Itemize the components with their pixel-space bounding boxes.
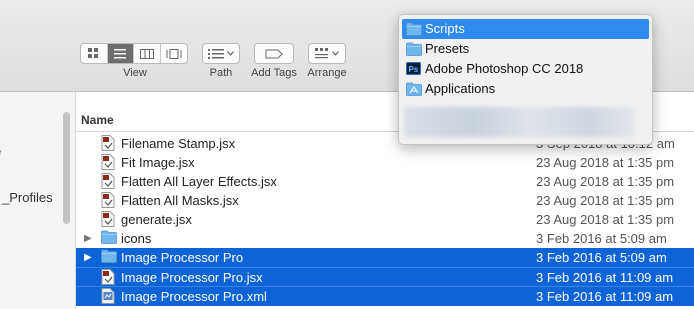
gallery-view-button[interactable] bbox=[161, 44, 187, 63]
path-menu-item-label: Adobe Photoshop CC 2018 bbox=[425, 61, 584, 76]
date-modified: 23 Aug 2018 at 1:35 pm bbox=[536, 193, 675, 208]
sidebar-item-profiles[interactable]: _Profiles bbox=[2, 190, 53, 205]
icon-view-button[interactable] bbox=[81, 44, 108, 63]
add-tags-button[interactable] bbox=[254, 43, 294, 64]
jsx-script-icon bbox=[101, 211, 115, 227]
date-modified: 23 Aug 2018 at 1:35 pm bbox=[536, 212, 675, 227]
folder-icon bbox=[406, 22, 422, 36]
date-modified: 3 Feb 2016 at 11:09 am bbox=[536, 270, 674, 285]
file-row[interactable]: ▶ icons 3 Feb 2016 at 5:09 am bbox=[76, 229, 694, 248]
jsx-script-icon bbox=[101, 154, 115, 170]
sidebar-item-partial[interactable]: s bbox=[0, 106, 1, 121]
columns-icon bbox=[139, 48, 154, 59]
disclosure-triangle-icon[interactable]: ▶ bbox=[84, 252, 92, 263]
arrange-grid-icon bbox=[315, 48, 328, 59]
file-row[interactable]: generate.jsx 23 Aug 2018 at 1:35 pm bbox=[76, 210, 694, 229]
path-menu-item[interactable]: Applications bbox=[402, 79, 649, 99]
file-name: Image Processor Pro.xml bbox=[121, 289, 267, 304]
folder-icon bbox=[406, 42, 422, 56]
path-list-icon bbox=[208, 48, 224, 59]
file-name: Fit Image.jsx bbox=[121, 155, 195, 170]
file-name: Flatten All Layer Effects.jsx bbox=[121, 174, 277, 189]
file-name: Filename Stamp.jsx bbox=[121, 136, 236, 151]
date-modified: 3 Feb 2016 at 5:09 am bbox=[536, 250, 667, 265]
file-name: Image Processor Pro.jsx bbox=[121, 270, 263, 285]
path-menu-item-label: Scripts bbox=[425, 21, 465, 36]
file-row[interactable]: ▶ Image Processor Pro 3 Feb 2016 at 5:09 a… bbox=[76, 248, 694, 267]
column-view-button[interactable] bbox=[134, 44, 161, 63]
sidebar-item-partial[interactable]: e bbox=[0, 144, 1, 159]
folder-icon bbox=[101, 249, 117, 265]
file-row[interactable]: Flatten All Layer Effects.jsx 23 Aug 2018… bbox=[76, 172, 694, 191]
path-menu-item[interactable]: Presets bbox=[402, 39, 649, 59]
view-mode-segmented-control[interactable] bbox=[80, 43, 188, 64]
disclosure-triangle-icon[interactable]: ▶ bbox=[84, 233, 92, 244]
file-name: generate.jsx bbox=[121, 212, 192, 227]
file-row[interactable]: Image Processor Pro.jsx 3 Feb 2016 at 11:… bbox=[76, 267, 694, 287]
jsx-script-icon bbox=[101, 135, 115, 151]
file-row[interactable]: Fit Image.jsx 23 Aug 2018 at 1:35 pm bbox=[76, 153, 694, 172]
path-button[interactable] bbox=[202, 43, 240, 64]
path-menu-item-label: Presets bbox=[425, 41, 470, 56]
blurred-path-item[interactable] bbox=[404, 107, 634, 137]
applications-folder-icon bbox=[406, 82, 422, 96]
icon-grid-icon bbox=[88, 48, 99, 58]
photoshop-icon: Ps bbox=[406, 62, 421, 75]
jsx-script-icon bbox=[101, 173, 115, 189]
jsx-script-icon bbox=[101, 192, 115, 208]
arrange-label: Arrange bbox=[307, 67, 347, 79]
file-row[interactable]: Flatten All Masks.jsx 23 Aug 2018 at 1:35… bbox=[76, 191, 694, 210]
path-menu-item-label: Applications bbox=[425, 81, 496, 96]
arrange-button[interactable] bbox=[308, 43, 346, 64]
list-lines-icon bbox=[114, 48, 127, 58]
sidebar-scrollbar[interactable] bbox=[63, 112, 70, 224]
svg-text:Ps: Ps bbox=[409, 65, 419, 74]
list-view-button[interactable] bbox=[107, 44, 134, 63]
file-name: Flatten All Masks.jsx bbox=[121, 193, 239, 208]
date-modified: 3 Feb 2016 at 5:09 am bbox=[536, 231, 667, 246]
xml-file-icon bbox=[101, 288, 115, 304]
file-name: Image Processor Pro bbox=[121, 250, 244, 265]
name-column-header[interactable]: Name bbox=[81, 113, 114, 127]
tag-icon bbox=[265, 49, 283, 58]
add-tags-label: Add Tags bbox=[251, 67, 297, 79]
date-modified: 23 Aug 2018 at 1:35 pm bbox=[536, 174, 675, 189]
jsx-script-icon bbox=[101, 269, 115, 285]
view-label: View bbox=[123, 67, 147, 79]
chevron-down-icon bbox=[332, 51, 339, 56]
gallery-icon bbox=[166, 48, 182, 59]
date-modified: 3 Feb 2016 at 11:09 am bbox=[536, 289, 674, 304]
path-label: Path bbox=[209, 67, 233, 79]
file-name: icons bbox=[121, 231, 152, 246]
date-modified: 23 Aug 2018 at 1:35 pm bbox=[536, 155, 675, 170]
path-menu-item[interactable]: Scripts bbox=[402, 19, 649, 39]
chevron-down-icon bbox=[227, 51, 234, 56]
path-popup-menu: Scripts Presets Ps Adobe Photoshop CC 2018 A… bbox=[398, 14, 653, 145]
path-menu-item[interactable]: Ps Adobe Photoshop CC 2018 bbox=[402, 59, 649, 79]
folder-icon bbox=[101, 230, 117, 246]
file-row[interactable]: Image Processor Pro.xml 3 Feb 2016 at 11:… bbox=[76, 286, 694, 306]
